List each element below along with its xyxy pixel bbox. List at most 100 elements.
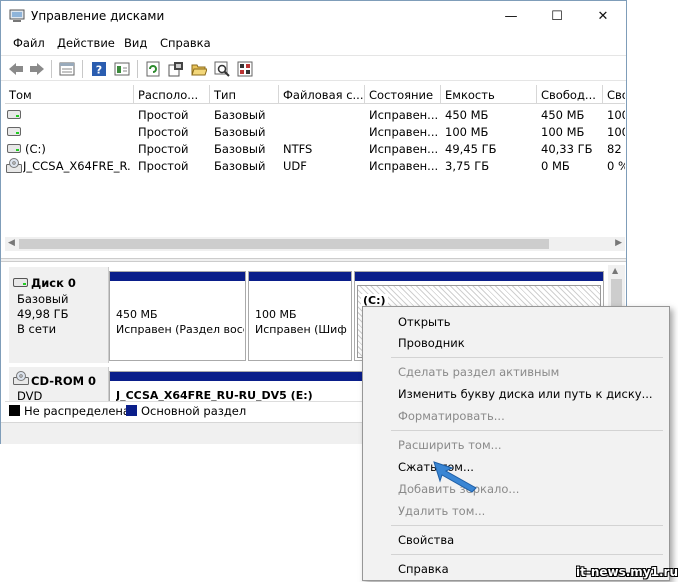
help-icon[interactable]: ?	[90, 60, 108, 78]
settings-icon[interactable]	[167, 60, 185, 78]
cd-volume-label: J_CCSA_X64FRE_RU-RU_DV5 (E:)	[116, 389, 313, 401]
cell-free-percent: 82	[607, 142, 622, 156]
dvd-drive-icon	[13, 371, 29, 385]
context-menu: Открыть Проводник Сделать раздел активны…	[362, 306, 670, 581]
cell-capacity: 450 МБ	[445, 108, 489, 122]
console-icon[interactable]	[113, 60, 131, 78]
forward-arrow-icon[interactable]	[28, 60, 46, 78]
table-row[interactable]: Простой Базовый Исправен... 100 МБ 100 М…	[5, 123, 625, 140]
cell-free: 40,33 ГБ	[541, 142, 593, 156]
svg-text:?: ?	[96, 64, 102, 77]
cell-type: Базовый	[214, 142, 266, 156]
unallocated-swatch	[9, 405, 20, 416]
partition-efi[interactable]: 100 МБ Исправен (Шиф	[248, 271, 352, 361]
partition-status: Исправен (Шиф	[255, 323, 347, 336]
cell-volume: (C:)	[25, 142, 46, 156]
legend-unallocated: Не распределена	[24, 404, 130, 418]
toolbar: ?	[1, 55, 626, 81]
scroll-up-arrow-icon[interactable]: ▲	[612, 266, 618, 275]
cell-capacity: 49,45 ГБ	[445, 142, 497, 156]
cdrom-0-info[interactable]: CD-ROM 0 DVD	[9, 367, 109, 401]
pane-splitter[interactable]	[1, 258, 626, 262]
cell-layout: Простой	[138, 159, 189, 173]
scrollbar-thumb[interactable]	[611, 279, 622, 309]
cell-status: Исправен...	[369, 125, 439, 139]
menu-item-delete-volume: Удалить том...	[398, 504, 486, 518]
volume-list: Том Располо... Тип Файловая с... Состоян…	[5, 85, 625, 237]
menu-help[interactable]: Справка	[160, 36, 211, 50]
cdrom-0-name: CD-ROM 0	[31, 374, 97, 388]
menu-view[interactable]: Вид	[124, 36, 147, 50]
search-icon[interactable]	[213, 60, 231, 78]
partition-recovery[interactable]: 450 МБ Исправен (Раздел восс	[109, 271, 246, 361]
disk-0-size: 49,98 ГБ	[17, 307, 69, 321]
disk-check-icon[interactable]	[236, 60, 254, 78]
cell-status: Исправен...	[369, 108, 439, 122]
column-header-type[interactable]: Тип	[210, 85, 279, 104]
menu-item-mark-active: Сделать раздел активным	[398, 365, 560, 379]
title-bar: Управление дисками — ☐ ✕	[1, 1, 626, 31]
column-header-filesystem[interactable]: Файловая с...	[279, 85, 365, 104]
menu-separator	[391, 357, 663, 358]
menu-item-open[interactable]: Открыть	[398, 315, 451, 329]
scrollbar-thumb[interactable]	[19, 239, 549, 249]
table-row[interactable]: J_CCSA_X64FRE_R... Простой Базовый UDF И…	[5, 157, 625, 174]
column-header-capacity[interactable]: Емкость	[441, 85, 537, 104]
disk-0-type: Базовый	[17, 292, 69, 306]
cell-layout: Простой	[138, 108, 189, 122]
partition-size: 100 МБ	[255, 308, 297, 321]
column-header-layout[interactable]: Располо...	[134, 85, 210, 104]
menu-item-help[interactable]: Справка	[398, 562, 449, 576]
menu-item-explorer[interactable]: Проводник	[398, 336, 465, 350]
cell-type: Базовый	[214, 159, 266, 173]
pointer-arrow-icon	[433, 461, 477, 493]
column-header-free[interactable]: Свобод...	[537, 85, 603, 104]
cell-free: 450 МБ	[541, 108, 585, 122]
cell-free: 0 МБ	[541, 159, 570, 173]
menu-item-change-drive-letter[interactable]: Изменить букву диска или путь к диску...	[398, 387, 653, 401]
column-header-status[interactable]: Состояние	[365, 85, 441, 104]
column-header-volume[interactable]: Том	[5, 85, 134, 104]
cell-filesystem: UDF	[283, 159, 307, 173]
disk-0-name: Диск 0	[31, 276, 76, 290]
cell-filesystem: NTFS	[283, 142, 313, 156]
partition-size: 450 МБ	[116, 308, 158, 321]
drive-icon	[7, 144, 21, 153]
menu-item-properties[interactable]: Свойства	[398, 533, 454, 547]
table-row[interactable]: Простой Базовый Исправен... 450 МБ 450 М…	[5, 106, 625, 123]
cell-free-percent: 100	[607, 125, 625, 139]
menu-separator	[391, 430, 663, 431]
cell-layout: Простой	[138, 142, 189, 156]
cdrom-0-type: DVD	[17, 389, 43, 401]
properties-icon[interactable]	[58, 60, 76, 78]
maximize-button[interactable]: ☐	[534, 1, 580, 31]
drive-icon	[7, 110, 21, 119]
menu-separator	[391, 554, 663, 555]
menu-bar: Файл Действие Вид Справка	[1, 33, 626, 53]
legend-primary: Основной раздел	[141, 404, 247, 418]
menu-action[interactable]: Действие	[57, 36, 115, 50]
menu-item-format: Форматировать...	[398, 409, 505, 423]
back-arrow-icon[interactable]	[7, 60, 25, 78]
cell-free: 100 МБ	[541, 125, 585, 139]
folder-open-icon[interactable]	[190, 60, 208, 78]
cell-type: Базовый	[214, 108, 266, 122]
column-header-free-percent[interactable]: Сво	[603, 85, 625, 104]
cell-layout: Простой	[138, 125, 189, 139]
refresh-icon[interactable]	[144, 60, 162, 78]
horizontal-scrollbar[interactable]: ◀ ▶	[5, 237, 625, 251]
disk-0-state: В сети	[17, 322, 57, 336]
menu-file[interactable]: Файл	[13, 36, 45, 50]
table-row[interactable]: (C:) Простой Базовый NTFS Исправен... 49…	[5, 140, 625, 157]
disk-icon	[13, 278, 28, 287]
minimize-button[interactable]: —	[488, 1, 534, 31]
cell-capacity: 3,75 ГБ	[445, 159, 490, 173]
scroll-left-arrow-icon[interactable]: ◀	[8, 238, 15, 248]
window-title: Управление дисками	[31, 9, 165, 23]
cell-status: Исправен...	[369, 142, 439, 156]
partition-status: Исправен (Раздел восс	[116, 323, 244, 336]
disk-0-info[interactable]: Диск 0 Базовый 49,98 ГБ В сети	[9, 267, 109, 363]
scroll-right-arrow-icon[interactable]: ▶	[615, 238, 622, 248]
close-button[interactable]: ✕	[580, 1, 626, 31]
primary-partition-bar	[110, 272, 245, 281]
